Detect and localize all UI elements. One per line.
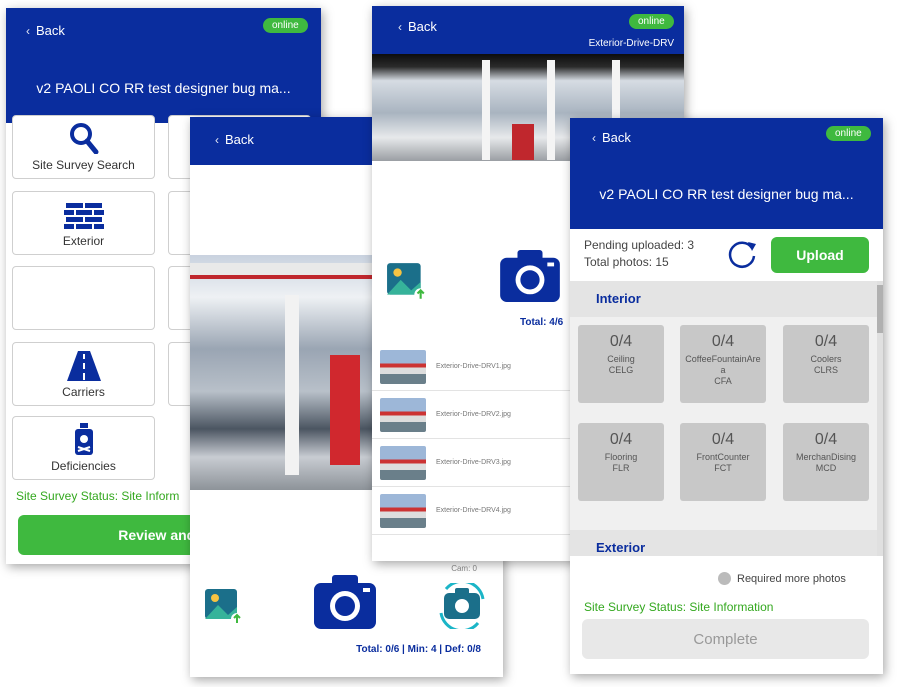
exterior-tile[interactable]: Exterior [12, 191, 155, 255]
category-coolers[interactable]: 0/4 Coolers CLRS [783, 325, 869, 403]
camera-icon[interactable] [314, 575, 376, 629]
carriers-tile[interactable]: Carriers [12, 342, 155, 406]
category-front-counter[interactable]: 0/4 FrontCounter FCT [680, 423, 766, 501]
cam-counter: Cam: 0 [451, 564, 477, 573]
site-survey-search-tile[interactable]: Site Survey Search [12, 115, 155, 179]
category-flooring[interactable]: 0/4 Flooring FLR [578, 423, 664, 501]
category-coffee-fountain-area[interactable]: 0/4 CoffeeFountainArea CFA [680, 325, 766, 403]
tile-label: Carriers [62, 385, 105, 399]
category-ceiling[interactable]: 0/4 Ceiling CELG [578, 325, 664, 403]
back-button[interactable]: ‹ Back [398, 19, 437, 34]
tile-label: Exterior [62, 234, 105, 248]
category-name: MerchanDising [795, 452, 857, 462]
tile-blank[interactable] [12, 266, 155, 330]
category-name: Ceiling [607, 354, 635, 364]
refresh-icon[interactable] [726, 238, 758, 270]
online-badge: online [826, 126, 871, 141]
screen-survey-overview: ‹ Back online v2 PAOLI CO RR test designe… [570, 118, 883, 674]
category-code: CLRS [813, 364, 838, 375]
category-name: Flooring [604, 452, 638, 462]
switch-camera-icon[interactable] [438, 583, 486, 629]
chevron-left-icon: ‹ [592, 130, 596, 145]
back-button[interactable]: ‹ Back [26, 23, 65, 38]
back-label: Back [408, 19, 437, 34]
canopy-pillar [547, 60, 555, 160]
legend-dot-icon [718, 572, 731, 585]
poison-bottle-icon [74, 423, 93, 455]
category-name: CoffeeFountainArea [685, 354, 761, 375]
category-name: FrontCounter [696, 452, 750, 462]
photo-thumbnail [380, 349, 426, 384]
back-label: Back [225, 132, 254, 147]
pump [512, 124, 534, 160]
photo-thumbnail [380, 397, 426, 432]
category-count: 0/4 [814, 333, 838, 350]
page-title: v2 PAOLI CO RR test designer bug ma... [599, 186, 854, 202]
survey-status: Site Survey Status: Site Inform [16, 489, 180, 503]
gallery-upload-icon[interactable] [386, 261, 428, 303]
back-label: Back [36, 23, 65, 38]
scrollbar[interactable] [877, 281, 883, 556]
category-count: 0/4 [609, 431, 633, 448]
photo-thumbnail [380, 493, 426, 528]
pending-uploaded: Pending uploaded: 3 [584, 238, 695, 252]
pump [330, 355, 360, 465]
header: ‹ Back online v2 PAOLI CO RR test designe… [570, 118, 883, 229]
legend: Required more photos [718, 572, 846, 585]
header: ‹ Back online v2 PAOLI CO RR test designe… [6, 8, 321, 123]
upload-button[interactable]: Upload [771, 237, 869, 273]
legend-label: Required more photos [737, 572, 846, 585]
chevron-left-icon: ‹ [26, 23, 30, 38]
scrollbar-thumb[interactable] [877, 285, 883, 333]
deficiencies-tile[interactable]: Deficiencies [12, 416, 155, 480]
photo-totals: Total: 0/6 | Min: 4 | Def: 0/8 [356, 644, 481, 655]
category-count: 0/4 [711, 333, 735, 350]
chevron-left-icon: ‹ [215, 132, 219, 147]
road-icon [66, 351, 101, 381]
search-icon [69, 123, 98, 154]
pump [285, 295, 299, 475]
categories-panel: Interior 0/4 Ceiling CELG 0/4 CoffeeFountai… [570, 281, 883, 556]
category-count: 0/4 [814, 431, 838, 448]
gallery-upload-icon[interactable] [204, 587, 244, 627]
category-code: FLR [612, 462, 630, 473]
page-title: v2 PAOLI CO RR test designer bug ma... [36, 80, 291, 96]
category-merchandising[interactable]: 0/4 MerchanDising MCD [783, 423, 869, 501]
photo-total: Total: 4/6 [520, 317, 564, 328]
brick-wall-icon [63, 203, 104, 229]
category-subtitle: Exterior-Drive-DRV [588, 38, 674, 49]
photo-thumbnail [380, 445, 426, 480]
tile-label: Deficiencies [51, 459, 116, 473]
category-count: 0/4 [711, 431, 735, 448]
total-photos: Total photos: 15 [584, 255, 669, 269]
canopy-pillar [482, 60, 490, 160]
back-label: Back [602, 130, 631, 145]
section-header-interior: Interior [570, 281, 877, 317]
category-code: FCT [714, 462, 732, 473]
chevron-left-icon: ‹ [398, 19, 402, 34]
camera-icon[interactable] [500, 250, 560, 302]
online-badge: online [629, 14, 674, 29]
category-code: CELG [608, 364, 634, 375]
header: ‹ Back online Exterior-Drive-DRV [372, 6, 684, 54]
category-code: MCD [815, 462, 837, 473]
tile-label: Site Survey Search [32, 158, 135, 172]
section-header-exterior: Exterior [570, 530, 877, 556]
category-name: Coolers [810, 354, 842, 364]
survey-status: Site Survey Status: Site Information [584, 600, 774, 614]
complete-button[interactable]: Complete [582, 619, 869, 659]
online-badge: online [263, 18, 308, 33]
category-code: CFA [714, 375, 732, 386]
category-count: 0/4 [609, 333, 633, 350]
back-button[interactable]: ‹ Back [592, 130, 631, 145]
back-button[interactable]: ‹ Back [215, 132, 254, 147]
